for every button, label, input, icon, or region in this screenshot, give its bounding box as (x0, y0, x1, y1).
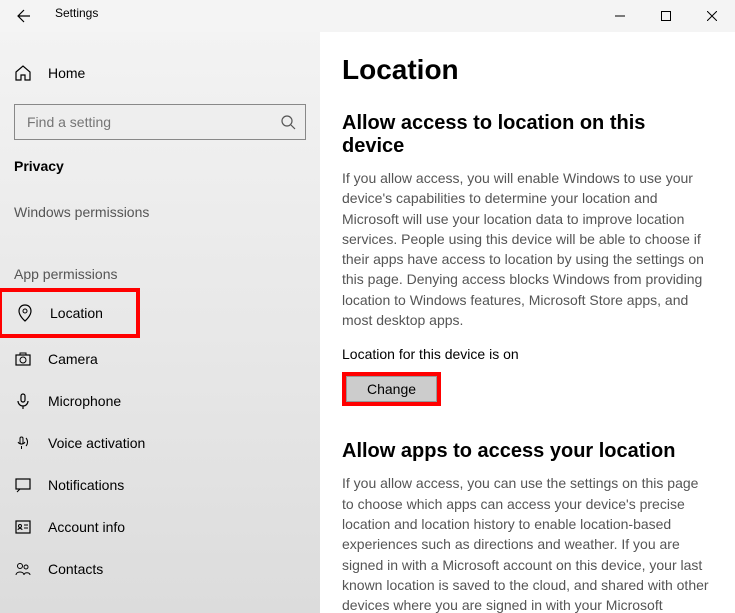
sidebar-item-location[interactable]: Location (0, 288, 140, 338)
search-wrap (14, 104, 306, 140)
search-input[interactable] (14, 104, 306, 140)
nav-label: Account info (48, 519, 125, 535)
contacts-icon (14, 560, 32, 578)
voice-activation-icon (14, 434, 32, 452)
minimize-button[interactable] (597, 0, 643, 32)
maximize-button[interactable] (643, 0, 689, 32)
nav-label: Location (50, 305, 103, 321)
back-arrow-icon (16, 8, 32, 24)
minimize-icon (615, 11, 625, 21)
change-button[interactable]: Change (346, 376, 437, 402)
search-icon (280, 114, 296, 130)
home-button[interactable]: Home (0, 56, 320, 90)
section2-title: Allow apps to access your location (342, 440, 709, 463)
sidebar: Home Privacy Windows permissions App per… (0, 32, 320, 613)
home-label: Home (48, 65, 85, 81)
sidebar-item-contacts[interactable]: Contacts (0, 548, 320, 590)
section1-title: Allow access to location on this device (342, 112, 709, 158)
location-icon (16, 304, 34, 322)
section1-body: If you allow access, you will enable Win… (342, 168, 709, 330)
section2-body: If you allow access, you can use the set… (342, 473, 709, 613)
camera-icon (14, 350, 32, 368)
sidebar-item-microphone[interactable]: Microphone (0, 380, 320, 422)
sidebar-item-camera[interactable]: Camera (0, 338, 320, 380)
nav-label: Microphone (48, 393, 121, 409)
nav-label: Camera (48, 351, 98, 367)
category-label: Privacy (0, 158, 320, 182)
device-location-status: Location for this device is on (342, 346, 709, 362)
sidebar-item-notifications[interactable]: Notifications (0, 464, 320, 506)
sidebar-item-account-info[interactable]: Account info (0, 506, 320, 548)
maximize-icon (661, 11, 671, 21)
sidebar-item-voice-activation[interactable]: Voice activation (0, 422, 320, 464)
page-title: Location (342, 54, 709, 86)
nav-label: Notifications (48, 477, 124, 493)
notifications-icon (14, 476, 32, 494)
close-button[interactable] (689, 0, 735, 32)
close-icon (707, 11, 717, 21)
back-button[interactable] (0, 0, 48, 32)
nav-label: Contacts (48, 561, 103, 577)
main: Home Privacy Windows permissions App per… (0, 32, 735, 613)
home-icon (14, 64, 32, 82)
window-title: Settings (55, 6, 98, 20)
group-windows-permissions[interactable]: Windows permissions (0, 182, 320, 226)
nav-label: Voice activation (48, 435, 145, 451)
microphone-icon (14, 392, 32, 410)
group-app-permissions[interactable]: App permissions (0, 226, 320, 288)
change-highlight: Change (342, 372, 441, 406)
titlebar: Settings (0, 0, 735, 32)
account-info-icon (14, 518, 32, 536)
content: Location Allow access to location on thi… (320, 32, 735, 613)
